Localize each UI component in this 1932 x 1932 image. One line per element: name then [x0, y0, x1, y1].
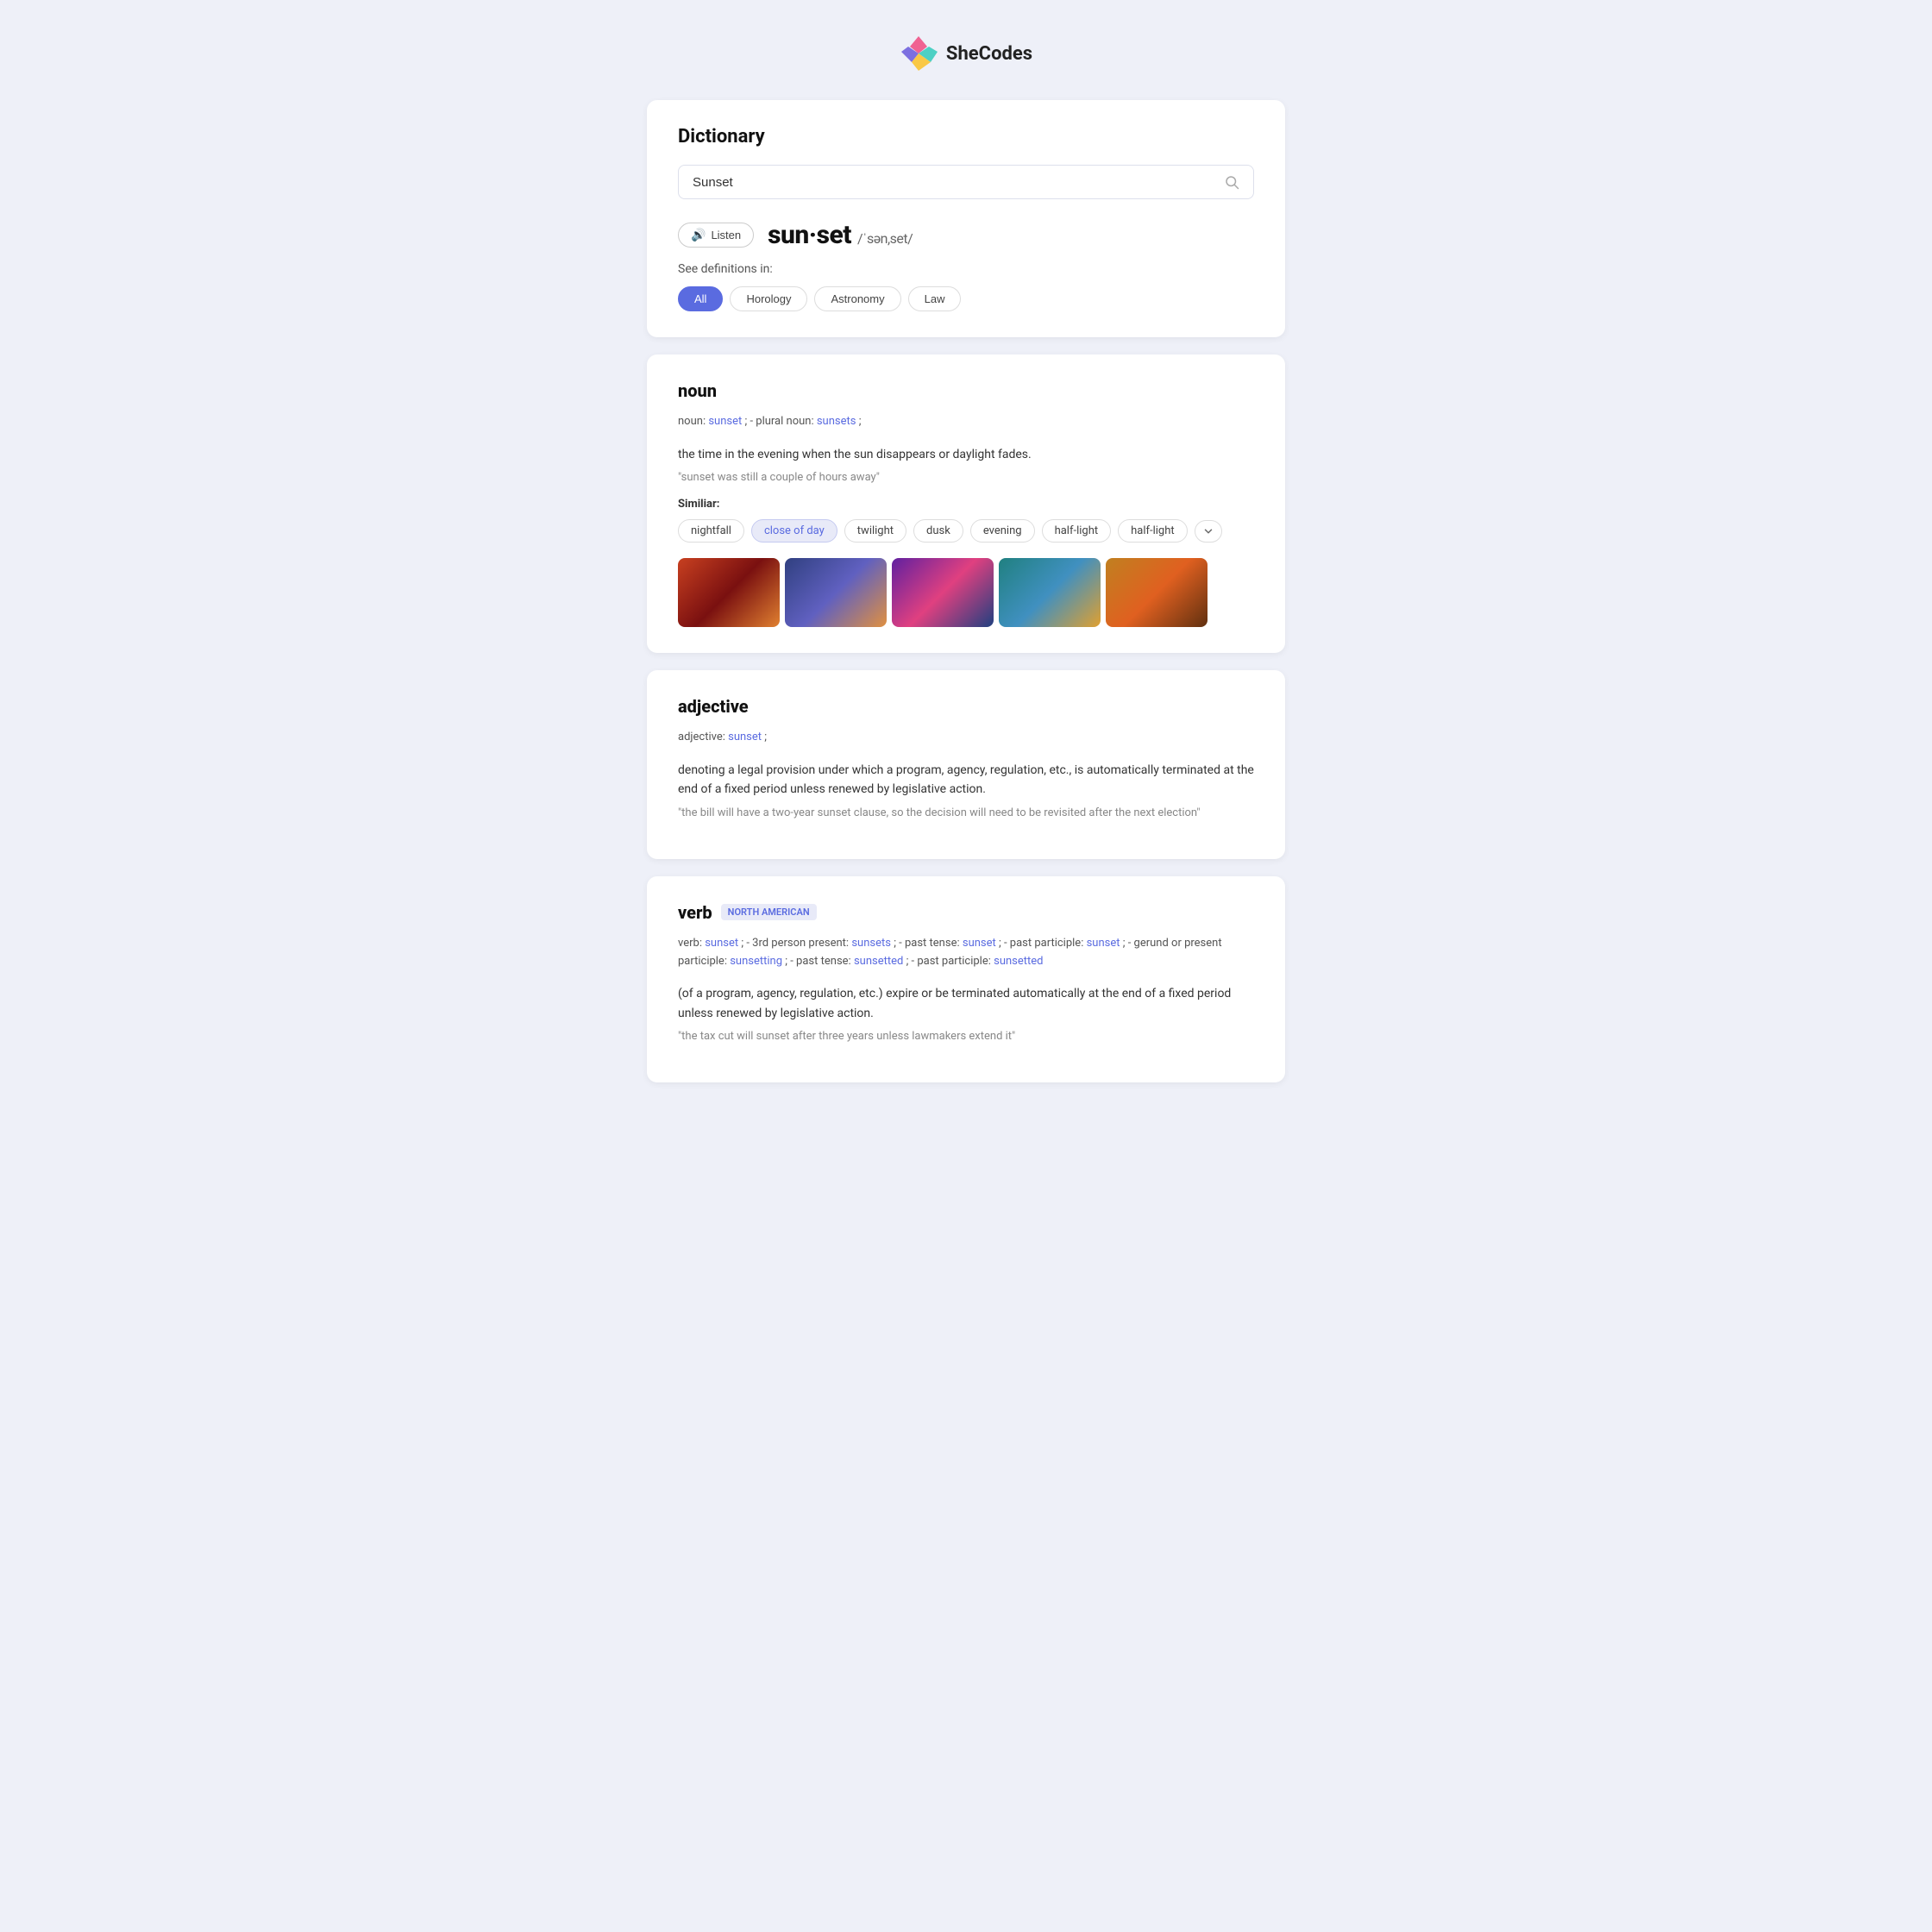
tag-evening[interactable]: evening: [970, 519, 1035, 543]
category-tabs: All Horology Astronomy Law: [678, 286, 1254, 311]
verb-header: verb NORTH AMERICAN: [678, 902, 1254, 923]
speaker-icon: 🔊: [691, 228, 706, 242]
adjective-example: "the bill will have a two-year sunset cl…: [678, 806, 1254, 819]
verb-grammar-line: verb: sunset ; - 3rd person present: sun…: [678, 935, 1254, 971]
shecodes-logo-text: SheCodes: [946, 43, 1032, 65]
verb-example: "the tax cut will sunset after three yea…: [678, 1030, 1254, 1043]
gerund-link[interactable]: sunsetting: [730, 955, 782, 968]
sunset-image-4[interactable]: [999, 558, 1101, 627]
past-tense-link[interactable]: sunset: [963, 937, 996, 950]
noun-pos-label: noun: [678, 380, 1254, 401]
third-person-link[interactable]: sunsets: [851, 937, 891, 950]
shecodes-logo-icon: [900, 34, 938, 72]
verb-word-link[interactable]: sunset: [705, 937, 738, 950]
search-card: Dictionary 🔊 Listen sun·set /ˈsən,set/ S…: [647, 100, 1285, 337]
sunset-images: [678, 558, 1254, 627]
sunset-image-1[interactable]: [678, 558, 780, 627]
noun-example: "sunset was still a couple of hours away…: [678, 471, 1254, 484]
see-definitions-label: See definitions in:: [678, 262, 1254, 276]
plural-noun-link[interactable]: sunsets: [817, 415, 856, 428]
north-american-badge: NORTH AMERICAN: [721, 904, 817, 920]
dictionary-title: Dictionary: [678, 126, 1254, 147]
page-header: SheCodes: [17, 34, 1915, 72]
noun-grammar-line: noun: sunset ; - plural noun: sunsets ;: [678, 413, 1254, 431]
adjective-grammar-line: adjective: sunset ;: [678, 729, 1254, 747]
search-icon: [1224, 174, 1239, 190]
verb-pos-label: verb: [678, 902, 712, 923]
word-header: 🔊 Listen sun·set /ˈsən,set/: [678, 220, 1254, 250]
tag-more[interactable]: [1195, 520, 1222, 543]
noun-definition: the time in the evening when the sun dis…: [678, 445, 1254, 464]
phonetic: /ˈsən,set/: [857, 230, 913, 247]
tag-nightfall[interactable]: nightfall: [678, 519, 744, 543]
verb-definition: (of a program, agency, regulation, etc.)…: [678, 984, 1254, 1023]
search-box: [678, 165, 1254, 199]
listen-label: Listen: [711, 229, 741, 242]
chevron-down-icon: [1202, 525, 1214, 537]
tag-half-light-1[interactable]: half-light: [1042, 519, 1112, 543]
main-container: Dictionary 🔊 Listen sun·set /ˈsən,set/ S…: [647, 100, 1285, 1082]
tag-dusk[interactable]: dusk: [913, 519, 963, 543]
sunset-image-5[interactable]: [1106, 558, 1208, 627]
search-button[interactable]: [1224, 174, 1239, 190]
past-participle-2-link[interactable]: sunsetted: [994, 955, 1043, 968]
adjective-card: adjective adjective: sunset ; denoting a…: [647, 670, 1285, 859]
similar-tags: nightfall close of day twilight dusk eve…: [678, 519, 1254, 543]
tab-law[interactable]: Law: [908, 286, 962, 311]
adjective-pos-label: adjective: [678, 696, 1254, 717]
tab-all[interactable]: All: [678, 286, 723, 311]
noun-card: noun noun: sunset ; - plural noun: sunse…: [647, 354, 1285, 653]
verb-card: verb NORTH AMERICAN verb: sunset ; - 3rd…: [647, 876, 1285, 1082]
sunset-image-2[interactable]: [785, 558, 887, 627]
tag-twilight[interactable]: twilight: [844, 519, 906, 543]
sunset-image-3[interactable]: [892, 558, 994, 627]
similar-label: Similiar:: [678, 498, 1254, 511]
tag-close-of-day[interactable]: close of day: [751, 519, 837, 543]
listen-button[interactable]: 🔊 Listen: [678, 223, 754, 248]
adjective-definition: denoting a legal provision under which a…: [678, 761, 1254, 800]
search-input[interactable]: [693, 175, 1224, 190]
tab-astronomy[interactable]: Astronomy: [814, 286, 900, 311]
past-tense-2-link[interactable]: sunsetted: [854, 955, 903, 968]
past-participle-link[interactable]: sunset: [1087, 937, 1120, 950]
adjective-word-link[interactable]: sunset: [728, 731, 762, 743]
tab-horology[interactable]: Horology: [730, 286, 807, 311]
noun-word-link[interactable]: sunset: [708, 415, 742, 428]
tag-half-light-2[interactable]: half-light: [1118, 519, 1188, 543]
word-display: sun·set /ˈsən,set/: [768, 220, 913, 250]
